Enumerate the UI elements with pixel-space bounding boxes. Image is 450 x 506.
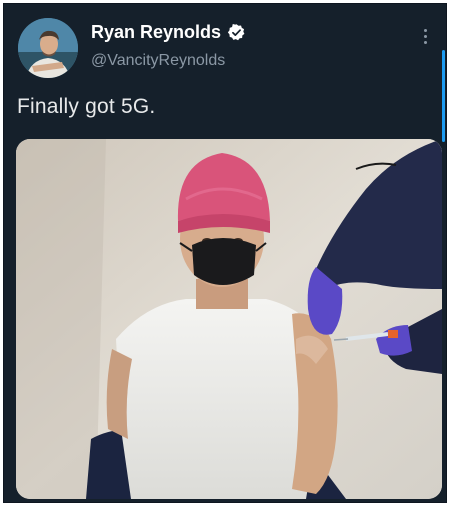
verified-badge-icon [227,23,245,41]
author-display-name[interactable]: Ryan Reynolds [91,22,221,43]
more-options-icon[interactable] [416,24,434,48]
tweet-text: Finally got 5G. [17,95,156,118]
tweet-card[interactable]: Ryan Reynolds @VancityReynolds Finally g… [3,3,447,503]
tweet-media-photo[interactable] [16,139,442,499]
photo-illustration [16,139,442,499]
scrollbar[interactable] [442,50,445,142]
avatar[interactable] [18,18,78,78]
avatar-image [18,18,78,78]
author-handle[interactable]: @VancityReynolds [91,52,225,70]
